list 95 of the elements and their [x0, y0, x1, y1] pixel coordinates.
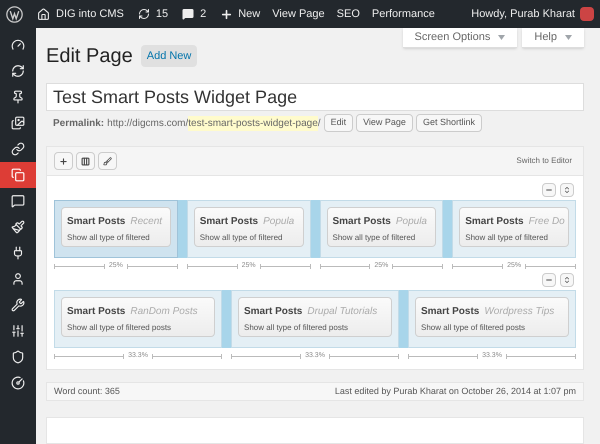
widget-card[interactable]: Smart Posts Recent Show all type of filtered [61, 207, 171, 247]
comment-icon[interactable] [182, 8, 194, 20]
permalink-label: Permalink: [53, 116, 104, 130]
circle-gauge-icon [11, 376, 25, 390]
pin-icon [11, 90, 25, 104]
permalink-slug[interactable]: test-smart-posts-widget-page [188, 116, 318, 130]
widget-card[interactable]: Smart Posts Free Do Show all type of filtered [459, 207, 569, 247]
comments-count[interactable]: 2 [200, 6, 206, 22]
widget-title: Wordpress Tips [484, 305, 554, 319]
plug-icon [11, 246, 25, 260]
site-name-link[interactable]: DIG into CMS [56, 6, 124, 22]
widget-description: Show all type of filtered [465, 232, 549, 244]
comment-icon [11, 194, 25, 208]
plus-icon[interactable] [220, 8, 234, 20]
permalink-button[interactable]: View Page [356, 114, 413, 132]
page-heading: Edit Page [46, 44, 133, 69]
widget-name: Smart Posts [67, 215, 126, 229]
columns-button[interactable] [76, 152, 95, 170]
switch-to-editor-link[interactable]: Switch to Editor [516, 155, 576, 167]
widget-card[interactable]: Smart Posts RanDom Posts Show all type of filtered posts [61, 297, 215, 337]
last-edited: Last edited by Purab Kharat on October 26, 2014 at 1:07 pm [334, 384, 576, 398]
builder-column[interactable]: Smart Posts Drupal Tutorials Show all type of filtered posts [231, 290, 399, 348]
columns-icon [81, 156, 90, 166]
widget-name: Smart Posts [421, 305, 480, 319]
images-icon [11, 116, 25, 130]
paintbrush-icon [11, 220, 25, 234]
refresh-icon[interactable] [138, 8, 150, 20]
gauge-icon [11, 38, 25, 52]
widget-name: Smart Posts [67, 305, 126, 319]
widget-description: Show all type of filtered posts [244, 322, 350, 334]
collapse-button[interactable] [542, 183, 556, 197]
builder-column[interactable]: Smart Posts Popula Show all type of filtered [186, 200, 310, 258]
wrench-icon [11, 298, 25, 312]
title-field[interactable]: Test Smart Posts Widget Page [46, 83, 584, 111]
pages-icon [11, 168, 25, 182]
plus-icon [59, 156, 68, 166]
help-button[interactable]: Help [522, 28, 584, 48]
builder-column[interactable]: Smart Posts Recent Show all type of filtered [54, 200, 178, 258]
user-icon [11, 272, 25, 286]
shield-icon [11, 350, 25, 364]
add-row-button[interactable] [54, 152, 73, 170]
widget-title: Free Do [528, 215, 565, 229]
permalink-button[interactable]: Edit [324, 114, 354, 132]
word-count: Word count: 365 [54, 384, 120, 398]
widget-description: Show all type of filtered [332, 232, 416, 244]
sliders-icon [11, 324, 25, 338]
add-new-button[interactable]: Add New [140, 44, 198, 68]
permalink-button[interactable]: Get Shortlink [416, 114, 482, 132]
widget-title: Recent [130, 215, 162, 229]
widget-description: Show all type of filtered posts [421, 322, 526, 334]
widget-description: Show all type of filtered posts [67, 322, 172, 334]
new-link[interactable]: New [238, 6, 260, 22]
widget-name: Smart Posts [465, 215, 524, 229]
widget-card[interactable]: Smart Posts Popula Show all type of filtered [326, 207, 436, 247]
builder-column[interactable]: Smart Posts Wordpress Tips Show all type of filtered posts [408, 290, 576, 348]
permalink-base: http://digcms.com/ [107, 116, 188, 130]
screen-options-button[interactable]: Screen Options [402, 28, 518, 48]
widget-description: Show all type of filtered [67, 232, 151, 244]
link-icon [11, 142, 25, 156]
updown-icon [563, 186, 571, 194]
home-icon[interactable] [37, 8, 50, 20]
widget-title: Popula [396, 215, 427, 229]
builder-column[interactable]: Smart Posts Popula Show all type of filtered [320, 200, 444, 258]
updown-icon [563, 276, 571, 284]
admin-bar-link[interactable]: View Page [272, 6, 325, 22]
permalink-slash: / [318, 116, 321, 130]
wordpress-logo-icon[interactable] [6, 6, 23, 22]
brush-button[interactable] [98, 152, 117, 170]
caret-icon [498, 35, 506, 40]
builder-column[interactable]: Smart Posts Free Do Show all type of filtered [452, 200, 576, 258]
sort-button[interactable] [560, 273, 574, 287]
greeting[interactable]: Howdy, Purab Kharat [471, 6, 575, 22]
widget-card[interactable]: Smart Posts Wordpress Tips Show all type of filtered posts [415, 297, 569, 337]
collapse-button[interactable] [542, 273, 556, 287]
widget-card[interactable]: Smart Posts Drupal Tutorials Show all type of filtered posts [238, 297, 392, 337]
avatar[interactable] [580, 7, 594, 21]
widget-description: Show all type of filtered [200, 232, 284, 244]
column-gap [399, 290, 408, 348]
widget-name: Smart Posts [244, 305, 302, 319]
column-gap [222, 290, 231, 348]
brush-icon [103, 156, 112, 166]
updates-count[interactable]: 15 [156, 6, 168, 22]
column-gap [443, 200, 452, 258]
widget-title: Popula [263, 215, 294, 229]
builder-column[interactable]: Smart Posts RanDom Posts Show all type of filtered posts [54, 290, 222, 348]
admin-bar-link[interactable]: SEO [336, 6, 360, 22]
sort-button[interactable] [560, 183, 574, 197]
widget-name: Smart Posts [200, 215, 258, 229]
refresh-icon [11, 64, 25, 78]
widget-title: RanDom Posts [130, 305, 198, 319]
widget-name: Smart Posts [332, 215, 391, 229]
widget-card[interactable]: Smart Posts Popula Show all type of filtered [194, 207, 304, 247]
admin-bar-link[interactable]: Performance [372, 6, 435, 22]
widget-title: Drupal Tutorials [307, 305, 378, 319]
caret-icon [565, 35, 572, 40]
